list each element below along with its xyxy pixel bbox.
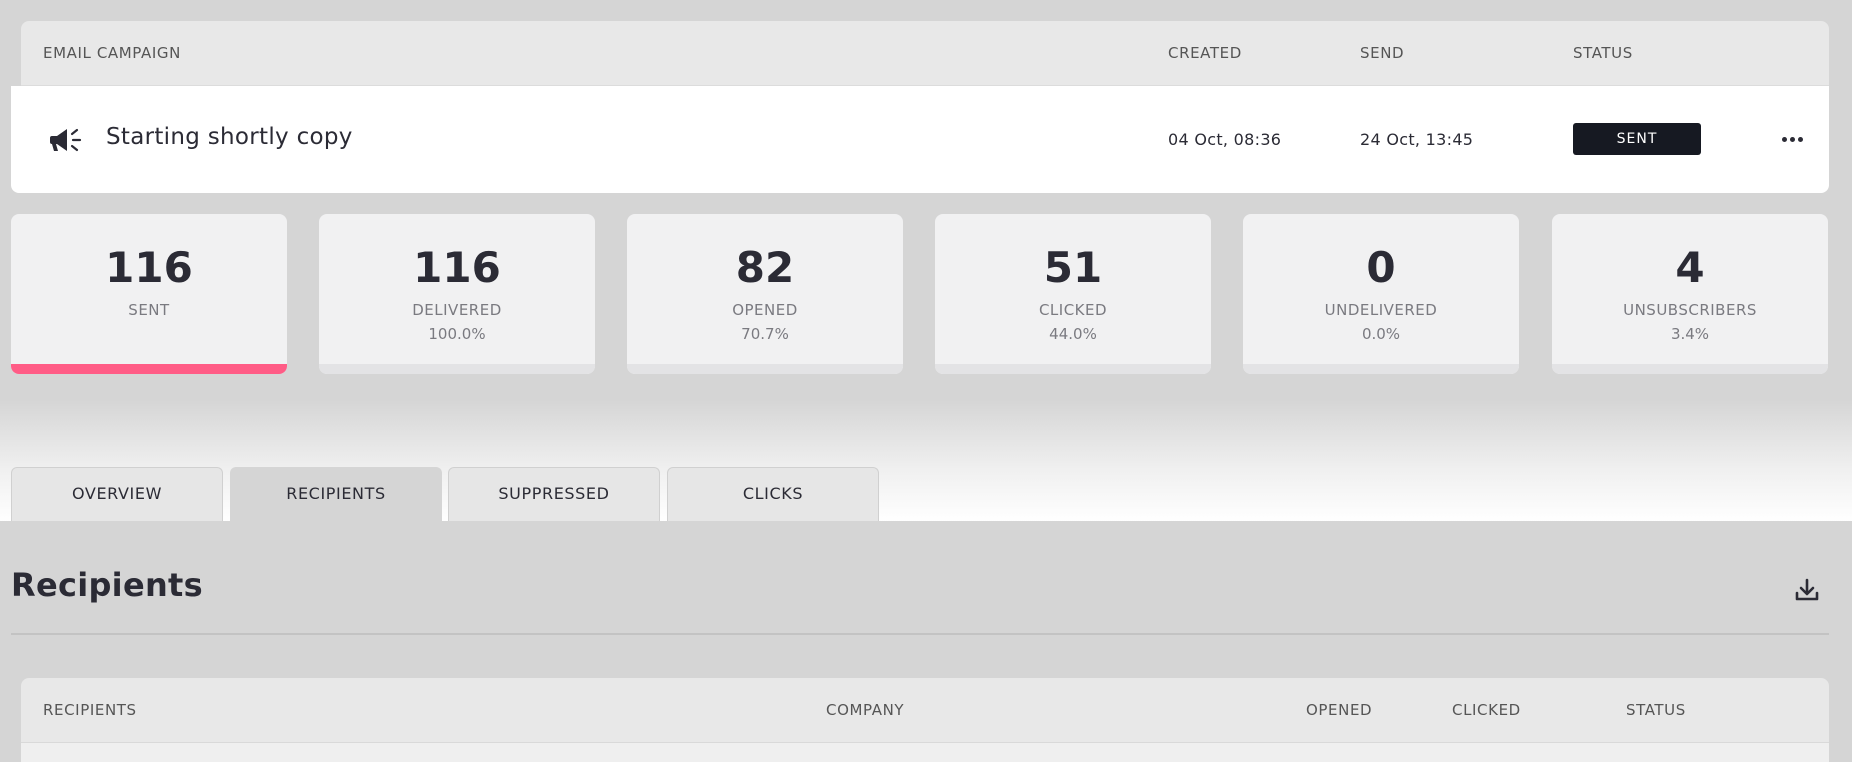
stat-label: SENT	[128, 301, 170, 319]
stat-card-sent[interactable]: 116 SENT	[11, 214, 287, 374]
stat-card-clicked[interactable]: 51 CLICKED 44.0%	[935, 214, 1211, 374]
megaphone-icon	[50, 128, 82, 152]
more-horizontal-icon-dot	[1789, 136, 1795, 142]
table-row[interactable]	[21, 743, 1829, 762]
col-recipients: RECIPIENTS	[43, 701, 137, 719]
stat-percent: 3.4%	[1670, 325, 1710, 343]
stat-card-opened[interactable]: 82 OPENED 70.7%	[627, 214, 903, 374]
stat-label: CLICKED	[1038, 301, 1108, 319]
stat-indicator	[935, 364, 1211, 374]
tab-clicks[interactable]: CLICKS	[667, 467, 879, 521]
stat-indicator	[1243, 364, 1519, 374]
col-clicked: CLICKED	[1452, 701, 1521, 719]
stat-value: 0	[1366, 243, 1396, 292]
status-badge: SENT	[1573, 123, 1701, 155]
download-icon[interactable]	[1793, 576, 1821, 604]
stat-value: 116	[105, 243, 193, 292]
more-horizontal-icon-dot	[1797, 136, 1803, 142]
stat-value: 4	[1675, 243, 1705, 292]
stat-indicator	[319, 364, 595, 374]
stat-indicator	[1552, 364, 1828, 374]
col-company: COMPANY	[826, 701, 905, 719]
col-opened: OPENED	[1306, 701, 1373, 719]
campaign-row[interactable]: Starting shortly copy 04 Oct, 08:36 24 O…	[11, 86, 1829, 193]
stat-percent: 0.0%	[1361, 325, 1401, 343]
col-created: CREATED	[1168, 44, 1242, 62]
stat-active-indicator	[11, 364, 287, 374]
section-divider	[11, 633, 1829, 635]
stat-card-delivered[interactable]: 116 DELIVERED 100.0%	[319, 214, 595, 374]
col-email-campaign: EMAIL CAMPAIGN	[43, 44, 181, 62]
stat-indicator	[627, 364, 903, 374]
stat-card-unsubscribers[interactable]: 4 UNSUBSCRIBERS 3.4%	[1552, 214, 1828, 374]
more-options-button[interactable]	[1777, 124, 1807, 154]
stat-percent: 100.0%	[428, 325, 486, 343]
campaign-created-date: 04 Oct, 08:36	[1168, 130, 1282, 149]
tab-suppressed[interactable]: SUPPRESSED	[448, 467, 660, 521]
col-send: SEND	[1360, 44, 1405, 62]
stat-value: 82	[735, 243, 795, 292]
section-title: Recipients	[11, 566, 203, 604]
stat-card-undelivered[interactable]: 0 UNDELIVERED 0.0%	[1243, 214, 1519, 374]
stat-label: DELIVERED	[412, 301, 502, 319]
campaign-send-date: 24 Oct, 13:45	[1360, 130, 1474, 149]
campaign-table-header: EMAIL CAMPAIGN CREATED SEND STATUS	[21, 21, 1829, 86]
stat-value: 51	[1043, 243, 1103, 292]
col-status: STATUS	[1573, 44, 1633, 62]
more-horizontal-icon	[1781, 136, 1787, 142]
stat-label: OPENED	[732, 301, 798, 319]
stat-label: UNSUBSCRIBERS	[1623, 301, 1757, 319]
tab-recipients[interactable]: RECIPIENTS	[230, 467, 442, 521]
stat-label: UNDELIVERED	[1324, 301, 1438, 319]
recipients-table-header: RECIPIENTS COMPANY OPENED CLICKED STATUS	[21, 678, 1829, 743]
tab-overview[interactable]: OVERVIEW	[11, 467, 223, 521]
stat-percent: 44.0%	[1049, 325, 1097, 343]
col-status: STATUS	[1626, 701, 1686, 719]
stat-value: 116	[413, 243, 501, 292]
stat-percent: 70.7%	[741, 325, 789, 343]
campaign-name[interactable]: Starting shortly copy	[106, 86, 353, 193]
